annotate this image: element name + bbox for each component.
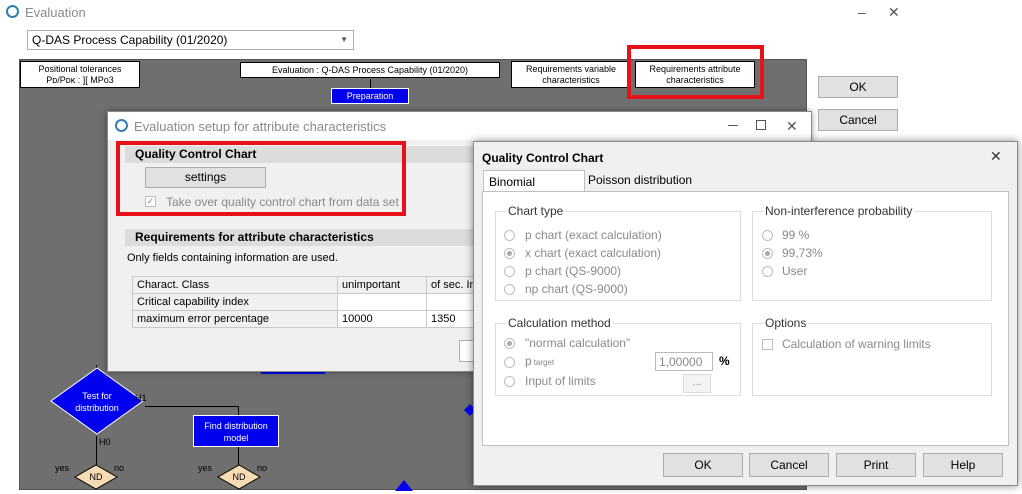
h1-label: H1	[135, 393, 147, 403]
qcc-print-button[interactable]: Print	[836, 453, 916, 477]
input-limits-radio[interactable]	[504, 376, 515, 387]
qcc-dialog: Quality Control Chart ✕ Binomial distrib…	[473, 141, 1018, 486]
nd-diamond[interactable]: ND	[216, 464, 262, 490]
x-chart-exact-radio[interactable]	[504, 248, 515, 259]
p-target-label: p target	[525, 354, 555, 368]
yes-label: yes	[55, 463, 70, 473]
highlight-req-attribute	[627, 45, 764, 99]
percent-label: %	[719, 354, 730, 368]
tab-panel: Chart type p chart (exact calculation) x…	[482, 191, 1009, 446]
qcc-help-button[interactable]: Help	[923, 453, 1003, 477]
p-target-radio[interactable]	[504, 357, 515, 368]
option-label: Input of limits	[525, 374, 596, 388]
app-icon	[6, 5, 19, 18]
p-chart-exact-radio[interactable]	[504, 230, 515, 241]
chart-type-legend: Chart type	[506, 204, 566, 218]
close-icon[interactable]: ✕	[888, 4, 900, 21]
prob-user-radio[interactable]	[762, 266, 773, 277]
table-header: Charact. Class	[132, 276, 338, 294]
tab-binomial[interactable]: Binomial distribution	[483, 170, 585, 203]
req-header-label: Requirements for attribute characteristi…	[135, 230, 374, 244]
connector-line	[145, 406, 239, 407]
nd-diamond[interactable]: ND	[73, 464, 119, 490]
options-group: Options Calculation of warning limits	[752, 316, 992, 396]
table-cell[interactable]	[337, 293, 427, 311]
setup-dialog-title: Evaluation setup for attribute character…	[134, 119, 387, 134]
table-row: Critical capability index	[132, 293, 477, 311]
table-header: unimportant	[337, 276, 427, 294]
p-target-input[interactable]: 1,00000	[655, 352, 713, 371]
positional-tolerances-box[interactable]: Positional tolerances Pᴅ/Pᴅᴋ : ][ MPo3	[20, 61, 140, 88]
option-label: User	[782, 264, 808, 278]
dropdown-value: Q-DAS Process Capability (01/2020)	[32, 33, 228, 47]
setup-title-bar: Evaluation setup for attribute character…	[108, 112, 811, 140]
table-cell[interactable]: 10000	[337, 310, 427, 328]
option-label: p chart (QS-9000)	[525, 264, 622, 278]
chart-type-group: Chart type p chart (exact calculation) x…	[495, 204, 741, 301]
flow-fragment	[395, 480, 413, 491]
option-label: 99,73%	[782, 246, 823, 260]
option-label: 99 %	[782, 228, 810, 242]
evaluation-box[interactable]: Evaluation : Q-DAS Process Capability (0…	[240, 62, 500, 78]
connector-line	[96, 436, 97, 466]
highlight-qcc	[116, 141, 406, 216]
option-label: p chart (exact calculation)	[525, 228, 662, 242]
close-icon[interactable]: ✕	[990, 148, 1002, 165]
option-label: "normal calculation"	[525, 336, 631, 350]
find-distribution-box[interactable]: Find distribution model	[193, 415, 279, 447]
table-row: maximum error percentage 10000 1350	[132, 310, 477, 328]
option-label: np chart (QS-9000)	[525, 282, 628, 296]
qcc-ok-button[interactable]: OK	[663, 453, 743, 477]
yes-label: yes	[198, 463, 213, 473]
requirements-table[interactable]: Charact. Class unimportant of sec. In Cr…	[132, 276, 477, 328]
qcc-dialog-title: Quality Control Chart	[482, 151, 604, 165]
minimize-button[interactable]	[728, 125, 738, 126]
app-icon	[115, 119, 128, 132]
window-title: Evaluation	[25, 5, 86, 20]
h0-label: H0	[99, 437, 111, 447]
info-text: Only fields containing information are u…	[127, 252, 338, 264]
prob-9973-radio[interactable]	[762, 248, 773, 259]
calc-method-group: Calculation method "normal calculation" …	[495, 316, 741, 396]
warning-limits-label: Calculation of warning limits	[782, 337, 931, 351]
main-cancel-button[interactable]: Cancel	[818, 109, 898, 131]
non-interference-group: Non-interference probability 99 % 99,73%…	[752, 204, 992, 301]
table-cell: maximum error percentage	[132, 310, 338, 328]
maximize-button[interactable]	[756, 120, 766, 130]
options-legend: Options	[763, 316, 809, 330]
req-section-header: Requirements for attribute characteristi…	[125, 229, 495, 246]
table-header: of sec. In	[426, 276, 477, 294]
preparation-box[interactable]: Preparation	[331, 88, 409, 104]
main-ok-button[interactable]: OK	[818, 76, 898, 98]
prob-99-radio[interactable]	[762, 230, 773, 241]
test-distribution-diamond[interactable]: Test for distribution	[49, 366, 145, 436]
table-header-row: Charact. Class unimportant of sec. In	[132, 276, 477, 294]
non-interference-legend: Non-interference probability	[763, 204, 915, 218]
close-icon[interactable]: ✕	[786, 118, 798, 135]
np-chart-qs-radio[interactable]	[504, 284, 515, 295]
chevron-down-icon: ▼	[340, 35, 348, 44]
table-cell[interactable]	[426, 293, 477, 311]
normal-calc-radio[interactable]	[504, 338, 515, 349]
req-variable-box[interactable]: Requirements variable characteristics	[511, 61, 631, 88]
calc-method-legend: Calculation method	[506, 316, 613, 330]
table-cell: Critical capability index	[132, 293, 338, 311]
warning-limits-checkbox[interactable]	[762, 339, 773, 350]
tab-poisson[interactable]: Poisson distribution	[588, 173, 692, 187]
ellipsis-button[interactable]: ...	[683, 374, 711, 393]
evaluation-dropdown[interactable]: Q-DAS Process Capability (01/2020) ▼	[27, 30, 354, 50]
qcc-cancel-button[interactable]: Cancel	[749, 453, 829, 477]
requirements-grid: Charact. Class unimportant of sec. In Cr…	[132, 276, 477, 328]
minimize-button[interactable]: –	[858, 4, 866, 20]
option-label: x chart (exact calculation)	[525, 246, 662, 260]
table-cell[interactable]: 1350	[426, 310, 477, 328]
p-chart-qs-radio[interactable]	[504, 266, 515, 277]
